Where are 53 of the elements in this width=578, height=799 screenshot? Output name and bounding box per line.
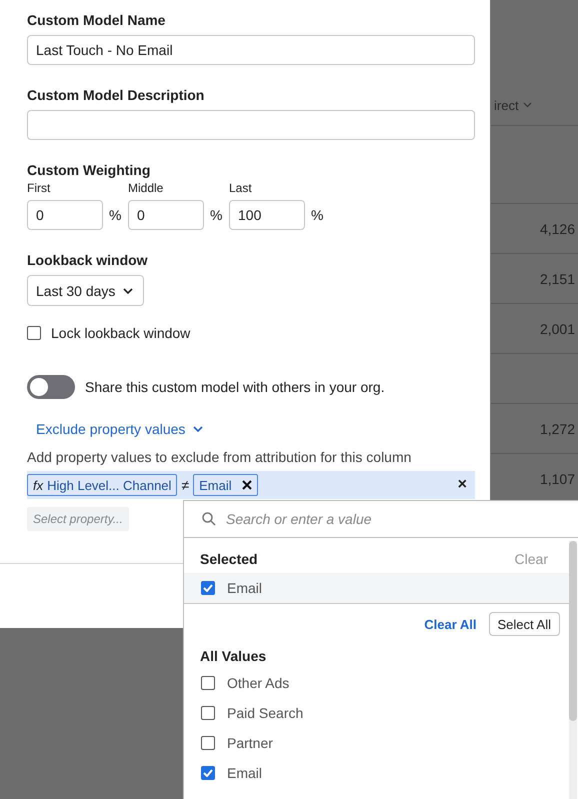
input-field[interactable]: 100 — [229, 200, 305, 230]
table-cell: 2,001 — [540, 320, 575, 336]
checkbox-label: Lock lookback window — [51, 325, 190, 341]
toggle-switch[interactable] — [27, 375, 75, 399]
field-label: Custom Weighting — [27, 162, 152, 178]
unit-label: % — [311, 207, 324, 223]
field-label: Lookback window — [27, 252, 149, 268]
checkbox[interactable] — [201, 736, 215, 750]
chevron-down-icon — [522, 102, 532, 108]
search-field[interactable]: Search or enter a value — [184, 501, 578, 538]
field-label: Last — [229, 181, 253, 195]
operator-symbol: ≠ — [181, 477, 190, 493]
field-label: Custom Model Description — [27, 87, 206, 103]
option-item[interactable]: Email — [184, 758, 570, 788]
chevron-down-icon — [123, 288, 134, 294]
input-field[interactable]: Last Touch - No Email — [27, 35, 475, 65]
checkbox[interactable] — [201, 581, 215, 595]
chevron-down-icon — [193, 426, 204, 432]
scrollbar[interactable] — [569, 541, 577, 799]
field-label: Middle — [128, 181, 164, 195]
exclude-link[interactable]: Exclude property values — [36, 421, 475, 437]
table-cell: 4,126 — [540, 220, 575, 236]
column-header: irect — [494, 98, 519, 112]
dropdown-select[interactable]: Last 30 days — [27, 275, 144, 306]
unit-label: % — [210, 207, 222, 223]
remove-filter-button[interactable]: × — [452, 476, 473, 494]
table-cell: 1,272 — [540, 420, 575, 436]
input-field[interactable]: 0 — [27, 200, 103, 230]
toggle-label: Share this custom model with others in your org. — [85, 379, 385, 395]
checkbox[interactable] — [201, 676, 215, 690]
option-item[interactable]: Other Ads — [184, 668, 570, 698]
checkbox[interactable] — [201, 766, 215, 780]
select-all-button[interactable]: Select All — [488, 612, 560, 636]
field-label: First — [27, 181, 52, 195]
input-field[interactable]: 0 — [128, 200, 204, 230]
help-text: Add property values to exclude from attribution for this column — [27, 449, 412, 465]
clear-all-link[interactable]: Clear All — [424, 616, 477, 632]
field-label: Custom Model Name — [27, 12, 166, 28]
close-icon[interactable] — [242, 480, 252, 490]
checkbox[interactable] — [27, 326, 41, 340]
option-item[interactable]: Paid Search — [184, 698, 570, 728]
input-field[interactable] — [27, 110, 475, 140]
section-heading: Selected — [200, 551, 258, 567]
checkbox[interactable] — [201, 706, 215, 720]
option-item[interactable]: Partner — [184, 728, 570, 758]
table-cell: 2,151 — [540, 270, 575, 286]
option-item[interactable]: Email — [184, 573, 570, 604]
table-cell: 1,107 — [540, 470, 575, 486]
unit-label: % — [109, 207, 122, 223]
search-icon — [202, 512, 216, 526]
section-heading: All Values — [199, 647, 268, 666]
value-chip[interactable]: Email — [193, 474, 258, 496]
property-chip[interactable]: fx High Level... Channel — [27, 474, 178, 496]
